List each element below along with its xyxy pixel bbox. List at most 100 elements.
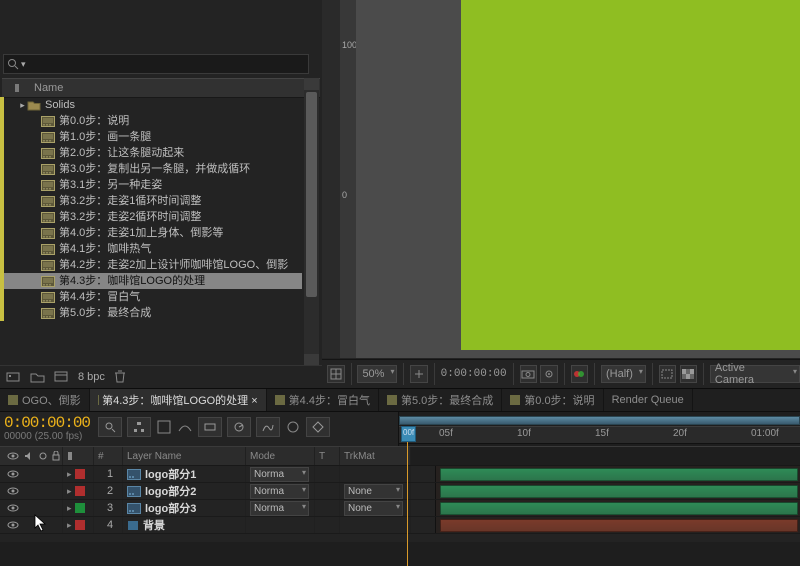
search-dropdown-icon[interactable]: ▾ [21, 59, 26, 70]
track-matte-dropdown[interactable]: None [344, 484, 403, 499]
layer-label-color[interactable] [75, 520, 85, 530]
interpret-footage-icon[interactable] [6, 370, 22, 384]
resolution-dropdown[interactable]: (Half) [601, 365, 646, 383]
project-item[interactable]: 第4.1步：咖啡热气 [0, 241, 302, 257]
composition-tab[interactable]: 第4.3步：咖啡馆LOGO的处理 × [90, 389, 267, 411]
roi-icon[interactable] [659, 365, 676, 383]
layer-duration-bar[interactable] [440, 468, 798, 481]
project-item[interactable]: 第4.3步：咖啡馆LOGO的处理 [0, 273, 302, 289]
viewer-zoom-dropdown[interactable]: 50% [357, 365, 397, 383]
graph-editor-button[interactable] [256, 417, 280, 437]
track-matte-dropdown[interactable]: None [344, 501, 403, 516]
layer-track-area[interactable] [436, 500, 800, 516]
visibility-toggle-icon[interactable] [7, 503, 19, 513]
project-item[interactable]: 第3.2步：走姿2循环时间调整 [0, 209, 302, 225]
playhead[interactable]: 00f [407, 426, 408, 566]
playhead-indicator[interactable]: 00f [401, 426, 416, 442]
solo-column-icon[interactable] [39, 451, 47, 461]
layer-name-column[interactable]: Layer Name [123, 447, 246, 465]
timeline-layer[interactable]: ▸1logo部分1Norma [0, 466, 800, 483]
project-item[interactable]: 第4.0步：走姿1加上身体、倒影等 [0, 225, 302, 241]
scroll-up-icon[interactable] [304, 78, 319, 90]
motion-blur-button[interactable] [227, 417, 251, 437]
comp-mini-flowchart-button[interactable] [127, 417, 151, 437]
layer-duration-bar[interactable] [440, 519, 798, 532]
layer-name[interactable]: 背景 [123, 517, 246, 533]
camera-dropdown[interactable]: Active Camera [710, 365, 800, 383]
project-search[interactable]: ▾ [3, 54, 309, 74]
shy-icon[interactable] [177, 419, 193, 435]
timeline-layer[interactable]: ▸4背景 [0, 517, 800, 534]
timeline-layer[interactable]: ▸3logo部分3NormaNone [0, 500, 800, 517]
new-comp-icon[interactable] [54, 370, 70, 384]
composition-canvas[interactable] [461, 0, 800, 350]
snapshot-icon[interactable] [520, 365, 537, 383]
twirl-icon[interactable]: ▸ [67, 503, 72, 514]
layer-duration-bar[interactable] [440, 502, 798, 515]
project-bpc[interactable]: 8 bpc [78, 371, 105, 383]
auto-keyframe-button[interactable] [306, 417, 330, 437]
lock-column-icon[interactable] [52, 451, 60, 461]
time-ruler[interactable]: 05f10f15f20f01:00f [399, 426, 800, 444]
project-item[interactable]: 第0.0步：说明 [0, 113, 302, 129]
layer-name[interactable]: logo部分2 [123, 483, 246, 499]
layer-name[interactable]: logo部分1 [123, 466, 246, 482]
trkmat-column[interactable]: TrkMat [340, 447, 411, 465]
blend-mode-dropdown[interactable]: Norma [250, 484, 309, 499]
current-timecode[interactable]: 0:00:00:00 [4, 414, 90, 432]
mode-column[interactable]: Mode [246, 447, 315, 465]
video-column-icon[interactable] [7, 451, 19, 461]
t-column[interactable]: T [315, 447, 340, 465]
composition-tab[interactable]: 第0.0步：说明 [502, 389, 603, 411]
composition-tab[interactable]: 第4.4步：冒白气 [267, 389, 379, 411]
timeline-layer[interactable]: ▸2logo部分2NormaNone [0, 483, 800, 500]
layer-track-area[interactable] [436, 466, 800, 482]
render-queue-tab[interactable]: Render Queue [604, 389, 693, 411]
twirl-icon[interactable]: ▸ [67, 520, 72, 531]
visibility-toggle-icon[interactable] [7, 520, 19, 530]
twirl-icon[interactable]: ▸ [67, 469, 72, 480]
search-layers-button[interactable] [98, 417, 122, 437]
project-header[interactable]: Name [2, 78, 320, 98]
viewer-timecode[interactable]: 0:00:00:00 [441, 368, 507, 380]
frame-blend-button[interactable] [198, 417, 222, 437]
project-item[interactable]: 第4.2步：走姿2加上设计师咖啡馆LOGO、倒影 [0, 257, 302, 273]
project-scrollbar[interactable] [304, 78, 319, 366]
viewer-canvas-area[interactable] [356, 0, 800, 358]
layer-track-area[interactable] [436, 483, 800, 499]
work-area-bar[interactable] [399, 416, 800, 425]
scroll-thumb[interactable] [306, 92, 317, 297]
project-item[interactable]: ▸Solids [0, 97, 302, 113]
twirl-icon[interactable]: ▸ [18, 97, 27, 113]
project-item[interactable]: 第1.0步：画一条腿 [0, 129, 302, 145]
new-folder-icon[interactable] [30, 370, 46, 384]
layer-name[interactable]: logo部分3 [123, 500, 246, 516]
project-item[interactable]: 第3.0步：复制出另一条腿，并做成循环 [0, 161, 302, 177]
time-ruler-area[interactable]: 05f10f15f20f01:00f 00f [399, 412, 800, 446]
project-item[interactable]: 第2.0步：让这条腿动起来 [0, 145, 302, 161]
number-column[interactable]: # [94, 447, 123, 465]
brainstorm-icon[interactable] [285, 419, 301, 435]
visibility-toggle-icon[interactable] [7, 486, 19, 496]
grid-toggle-icon[interactable] [327, 365, 344, 383]
project-item[interactable]: 第3.1步：另一种走姿 [0, 177, 302, 193]
layer-track-area[interactable] [436, 517, 800, 533]
blend-mode-dropdown[interactable]: Norma [250, 501, 309, 516]
transparency-grid-icon[interactable] [680, 365, 697, 383]
project-item[interactable]: 第3.2步：走姿1循环时间调整 [0, 193, 302, 209]
layer-duration-bar[interactable] [440, 485, 798, 498]
project-item[interactable]: 第5.0步：最终合成 [0, 305, 302, 321]
layer-label-color[interactable] [75, 503, 85, 513]
visibility-toggle-icon[interactable] [7, 469, 19, 479]
blend-mode-dropdown[interactable]: Norma [250, 467, 309, 482]
twirl-icon[interactable]: ▸ [67, 486, 72, 497]
layer-label-color[interactable] [75, 469, 85, 479]
composition-tab[interactable]: OGO、倒影 [0, 389, 90, 411]
audio-column-icon[interactable] [24, 451, 34, 461]
project-item[interactable]: 第4.4步：冒白气 [0, 289, 302, 305]
show-snapshot-icon[interactable] [540, 365, 557, 383]
trash-icon[interactable] [113, 370, 127, 384]
viewer-toggle-1[interactable] [410, 365, 427, 383]
draft-3d-icon[interactable] [156, 419, 172, 435]
layer-label-color[interactable] [75, 486, 85, 496]
